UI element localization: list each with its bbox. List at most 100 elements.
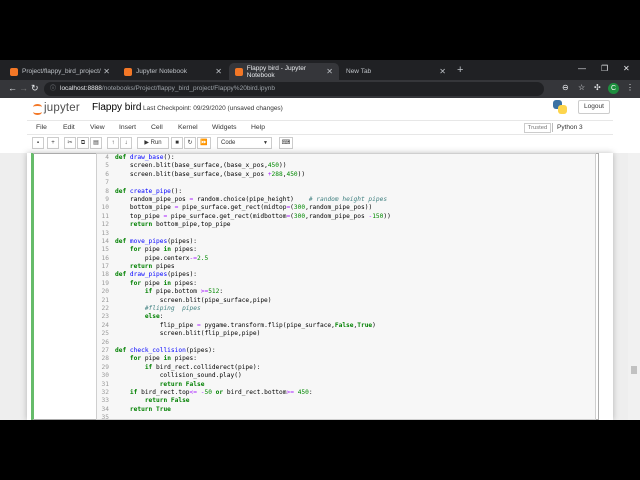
code-line[interactable]: 9 random_pipe_pos = random.choice(pipe_h…	[97, 196, 595, 204]
code-line[interactable]: 16 pipe.centerx-=2.5	[97, 255, 595, 263]
code-line[interactable]: 18 def draw_pipes(pipes):	[97, 271, 595, 279]
line-number: 35	[101, 414, 109, 420]
browser-tab-project[interactable]: Project/flappy_bird_project/ ✕	[4, 63, 116, 80]
reload-icon[interactable]: ↻	[31, 83, 39, 94]
back-arrow-icon[interactable]: ←	[8, 83, 17, 93]
menu-view[interactable]: View	[90, 124, 105, 131]
line-number: 19	[101, 279, 109, 287]
code-line[interactable]: 32 if bird_rect.top<= -50 or bird_rect.b…	[97, 389, 595, 397]
browser-tab-jupyter[interactable]: Jupyter Notebook ✕	[118, 63, 228, 80]
code-line[interactable]: 13	[97, 230, 595, 238]
logout-button[interactable]: Logout	[578, 100, 610, 114]
cell-type-select[interactable]: Code ▼	[217, 137, 272, 149]
run-button[interactable]: ▶ Run	[137, 137, 169, 149]
close-window-icon[interactable]: ✕	[623, 64, 630, 73]
code-line[interactable]: 10 bottom_pipe = pipe_surface.get_rect(m…	[97, 204, 595, 212]
browser-tab-flappy-bird[interactable]: Flappy bird - Jupyter Notebook ✕	[229, 63, 339, 80]
code-line[interactable]: 6 screen.blit(base_surface,(base_x_pos +…	[97, 171, 595, 179]
menu-kernel[interactable]: Kernel	[178, 124, 198, 131]
keyboard-icon[interactable]: ⌨	[279, 137, 293, 149]
browser-tabstrip: Project/flappy_bird_project/ ✕ Jupyter N…	[0, 60, 640, 80]
save-icon[interactable]: ▪	[32, 137, 44, 149]
code-text: #fliping pipes	[144, 305, 201, 313]
code-line[interactable]: 12 return bottom_pipe,top_pipe	[97, 221, 595, 229]
copy-icon[interactable]: ⧉	[77, 137, 89, 149]
menu-cell[interactable]: Cell	[151, 124, 163, 131]
vertical-scrollbar[interactable]	[628, 153, 640, 420]
zoom-icon[interactable]: ⊖	[562, 83, 569, 92]
trusted-badge[interactable]: Trusted	[524, 123, 551, 133]
code-line[interactable]: 17 return pipes	[97, 263, 595, 271]
menu-widgets[interactable]: Widgets	[212, 124, 237, 131]
code-line[interactable]: 23 else:	[97, 313, 595, 321]
close-tab-icon[interactable]: ✕	[326, 67, 333, 76]
line-number: 22	[101, 305, 109, 313]
code-line[interactable]: 33 return False	[97, 397, 595, 405]
close-tab-icon[interactable]: ✕	[103, 67, 110, 76]
info-icon[interactable]: ⓘ	[50, 82, 56, 96]
url-path: /notebooks/Project/flappy_bird_project/F…	[101, 85, 275, 92]
code-line[interactable]: 15 for pipe in pipes:	[97, 246, 595, 254]
notebook-title[interactable]: Flappy bird	[92, 102, 141, 113]
code-line[interactable]: 35	[97, 414, 595, 420]
address-bar[interactable]: ⓘ localhost:8888/notebooks/Project/flapp…	[44, 82, 544, 96]
line-number: 20	[101, 288, 109, 296]
code-text: def move_pipes(pipes):	[115, 237, 198, 245]
restart-run-all-icon[interactable]: ⏩	[197, 137, 211, 149]
code-line[interactable]: 5 screen.blit(base_surface,(base_x_pos,4…	[97, 162, 595, 170]
move-up-arrow-icon[interactable]: ↑	[107, 137, 119, 149]
code-line[interactable]: 7	[97, 179, 595, 187]
interrupt-stop-icon[interactable]: ■	[171, 137, 183, 149]
checkpoint-status: Last Checkpoint: 09/29/2020 (unsaved cha…	[143, 105, 283, 112]
code-line[interactable]: 22 #fliping pipes	[97, 305, 595, 313]
code-line[interactable]: 8 def create_pipe():	[97, 188, 595, 196]
insert-cell-plus-icon[interactable]: +	[47, 137, 59, 149]
scrollbar-thumb[interactable]	[631, 366, 637, 374]
code-line[interactable]: 21 screen.blit(pipe_surface,pipe)	[97, 297, 595, 305]
line-number: 6	[105, 170, 109, 178]
python-logo-icon	[553, 100, 567, 114]
code-text: for pipe in pipes:	[129, 355, 198, 363]
paste-icon[interactable]: ▤	[90, 137, 102, 149]
code-line[interactable]: 24 flip_pipe = pygame.transform.flip(pip…	[97, 322, 595, 330]
close-tab-icon[interactable]: ✕	[439, 67, 446, 76]
browser-menu-icon[interactable]: ⋮	[626, 83, 634, 92]
restart-kernel-icon[interactable]: ↻	[184, 137, 196, 149]
kernel-indicator[interactable]: Python 3	[552, 123, 583, 132]
code-text: screen.blit(pipe_surface,pipe)	[159, 296, 272, 304]
code-text: screen.blit(base_surface,(base_x_pos,450…	[129, 162, 287, 170]
browser-tab-new-tab[interactable]: New Tab ✕	[340, 63, 452, 80]
code-line[interactable]: 4 def draw_base():	[97, 154, 595, 162]
cut-icon[interactable]: ✂	[64, 137, 76, 149]
code-line[interactable]: 20 if pipe.bottom >=512:	[97, 288, 595, 296]
bookmark-star-icon[interactable]: ☆	[578, 83, 585, 92]
new-tab-plus-icon[interactable]: +	[457, 64, 463, 76]
maximize-icon[interactable]: ❐	[601, 64, 608, 73]
menu-insert[interactable]: Insert	[119, 124, 136, 131]
code-line[interactable]: 31 return False	[97, 381, 595, 389]
notebook-toolbar: ▪ + ✂ ⧉ ▤ ↑ ↓ ▶ Run ■ ↻ ⏩ Code ▼ ⌨	[27, 137, 613, 151]
code-line[interactable]: 29 if bird_rect.colliderect(pipe):	[97, 364, 595, 372]
menu-help[interactable]: Help	[251, 124, 265, 131]
extensions-puzzle-icon[interactable]: ✣	[594, 83, 601, 92]
menu-file[interactable]: File	[36, 124, 47, 131]
code-line[interactable]: 34 return True	[97, 406, 595, 414]
jupyter-logo-icon	[33, 103, 42, 115]
line-number: 18	[101, 271, 109, 279]
minimize-icon[interactable]: —	[578, 64, 586, 73]
menu-edit[interactable]: Edit	[63, 124, 75, 131]
forward-arrow-icon[interactable]: →	[19, 83, 28, 93]
code-editor[interactable]: 4 def draw_base(): 5 screen.blit(base_surf…	[96, 153, 596, 420]
code-line[interactable]: 28 for pipe in pipes:	[97, 355, 595, 363]
move-down-arrow-icon[interactable]: ↓	[120, 137, 132, 149]
code-line[interactable]: 26	[97, 339, 595, 347]
jupyter-header: jupyter Flappy bird Last Checkpoint: 09/…	[0, 98, 640, 120]
code-line[interactable]: 30 collision_sound.play()	[97, 372, 595, 380]
code-line[interactable]: 25 screen.blit(flip_pipe,pipe)	[97, 330, 595, 338]
line-number: 5	[105, 162, 109, 170]
jupyter-logo[interactable]: jupyter	[33, 102, 80, 115]
close-tab-icon[interactable]: ✕	[215, 67, 222, 76]
code-line[interactable]: 19 for pipe in pipes:	[97, 280, 595, 288]
profile-avatar[interactable]: C	[608, 83, 619, 94]
code-line[interactable]: 11 top_pipe = pipe_surface.get_rect(midb…	[97, 213, 595, 221]
